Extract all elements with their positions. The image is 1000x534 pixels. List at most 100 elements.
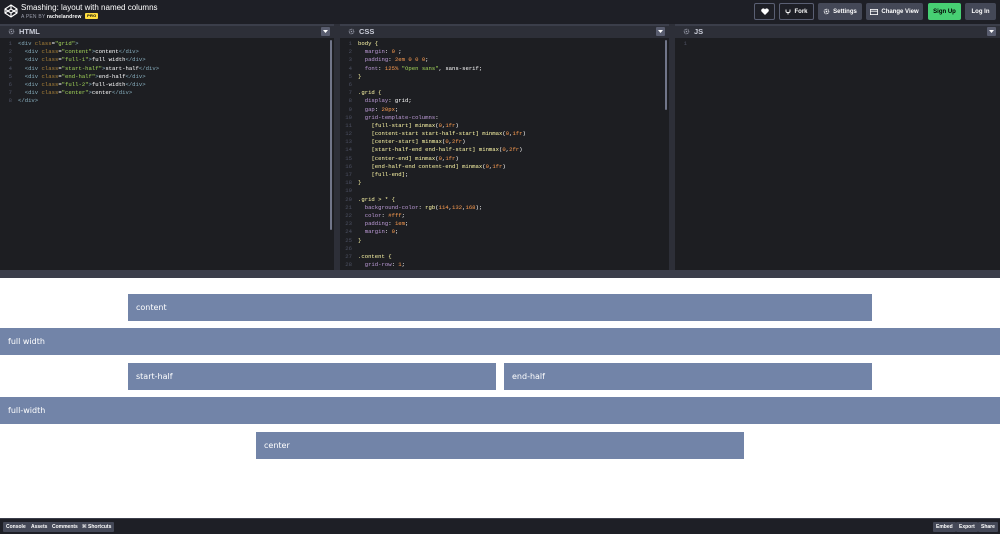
code-text: .content { [358,252,392,260]
code-line: 22 color: #fff; [340,212,669,220]
css-editor-scrollbar[interactable] [665,40,667,110]
line-number: 4 [8,64,12,72]
gear-icon[interactable] [348,28,355,35]
resize-handle[interactable] [0,270,1000,278]
code-line: 16 [end-half-end content-end] minmax(0,1… [340,163,669,171]
line-number: 1 [8,40,12,47]
line-number: 3 [348,56,352,64]
code-line: 23 padding: 1em; [340,220,669,228]
code-line: 18} [340,179,669,187]
line-number: 1 [348,40,352,47]
css-pane-header: CSS [340,24,669,38]
fork-icon [786,9,791,14]
line-number: 7 [348,89,352,97]
html-editor-scrollbar[interactable] [330,40,332,230]
change-view-button[interactable]: Change View [866,3,923,20]
grid-item-full-width: full width [0,328,1000,355]
js-pane-header: JS [675,24,1000,38]
code-line: 5} [340,73,669,81]
sign-up-button[interactable]: Sign Up [928,3,961,20]
code-text: [content-start start-half-start] minmax(… [371,130,526,138]
code-text: <div class="content">content</div> [24,48,139,56]
code-line: 5 <div class="end-half">end-half</div> [0,73,334,81]
fork-button[interactable]: Fork [779,3,814,20]
code-text: <div class="end-half">end-half</div> [24,72,146,80]
code-text: margin: 0 ; [364,48,402,56]
result-preview: content full width start-half end-half f… [0,278,1000,518]
code-line: 12 [content-start start-half-start] minm… [340,130,669,138]
line-number: 14 [345,146,352,154]
css-pane-title: CSS [359,27,375,36]
line-number: 17 [345,171,352,178]
line-number: 12 [345,130,352,138]
heart-button[interactable] [754,3,775,20]
js-code-editor[interactable]: 1 [675,40,1000,270]
code-text: color: #fff; [364,211,406,219]
line-number: 19 [345,187,352,195]
gear-icon[interactable] [8,28,15,35]
code-text: <div class="center">center</div> [24,89,133,97]
code-line: 6 [340,81,669,89]
console-button[interactable]: Console [3,522,29,532]
grid-item-full-width-2: full-width [0,397,1000,424]
pro-badge: PRO [85,13,99,19]
css-code-editor[interactable]: 1 body {2 margin: 0 ; 3 padding: 2em 0 0 0… [340,40,669,270]
code-line: 26 [340,245,669,253]
code-line: 3 padding: 2em 0 0 0; [340,56,669,64]
comments-button[interactable]: Comments [49,522,81,532]
assets-button[interactable]: Assets [28,522,51,532]
top-bar: Smashing: layout with named columns A PE… [0,0,1000,24]
js-pane-title-wrap: JS [683,27,703,36]
code-line: 8 </div> [0,97,334,105]
code-line: 4 font: 125% "Open sans", sans-serif; [340,65,669,73]
code-text: padding: 2em 0 0 0; [364,56,429,64]
pen-title[interactable]: Smashing: layout with named columns [21,3,158,12]
code-text: margin: 0; [364,228,399,236]
line-number: 10 [345,113,352,121]
author-name-link[interactable]: rachelandrew [47,14,82,20]
codepen-logo-icon[interactable] [4,4,18,18]
export-button[interactable]: Export [956,522,978,532]
grid-item-center: center [256,432,744,459]
line-number: 9 [348,105,352,113]
js-pane-menu-button[interactable] [987,27,996,36]
gear-icon [823,8,830,15]
share-button[interactable]: Share [978,522,998,532]
line-number: 18 [345,179,352,187]
line-number: 26 [345,244,352,252]
code-line: 11 [full-start] minmax(0,1fr) [340,122,669,130]
line-number: 3 [8,56,12,64]
settings-button[interactable]: Settings [818,3,862,20]
line-number: 25 [345,236,352,244]
log-in-button[interactable]: Log In [965,3,996,20]
line-number: 4 [348,64,352,72]
code-text: grid-template-columns: [364,113,439,121]
code-text: </div> [18,97,39,105]
code-text: display: grid; [364,97,412,105]
embed-button[interactable]: Embed [933,522,956,532]
code-line: 3 <div class="full-1">full width</div> [0,56,334,64]
code-text: .grid { [358,89,382,97]
code-text: grid-row: 1; [364,261,406,269]
shortcuts-button[interactable]: ⌘ Shortcuts [79,522,115,532]
pen-author-line: A PEN BY rachelandrew PRO [21,13,99,20]
code-text: } [358,236,362,244]
chevron-down-icon [658,30,663,33]
html-pane-menu-button[interactable] [321,27,330,36]
code-line: 7 .grid { [340,89,669,97]
js-pane-title: JS [694,27,704,36]
code-line: 24 margin: 0; [340,228,669,236]
html-pane-title: HTML [19,27,40,36]
code-text: [full-end]; [371,171,409,178]
line-number: 27 [345,252,352,260]
css-pane-menu-button[interactable] [656,27,665,36]
code-line: 8 display: grid; [340,97,669,105]
code-text: padding: 1em; [364,220,409,228]
line-number: 24 [345,228,352,236]
code-text: <div class="full-2">full-width</div> [24,80,146,88]
html-code-editor[interactable]: 1 <div class="grid"> 2 <div class="content… [0,40,334,270]
gear-icon[interactable] [683,28,690,35]
layout-icon [870,8,879,15]
line-number: 16 [345,162,352,170]
code-text: background-color: rgb(114,132,168); [364,203,483,211]
